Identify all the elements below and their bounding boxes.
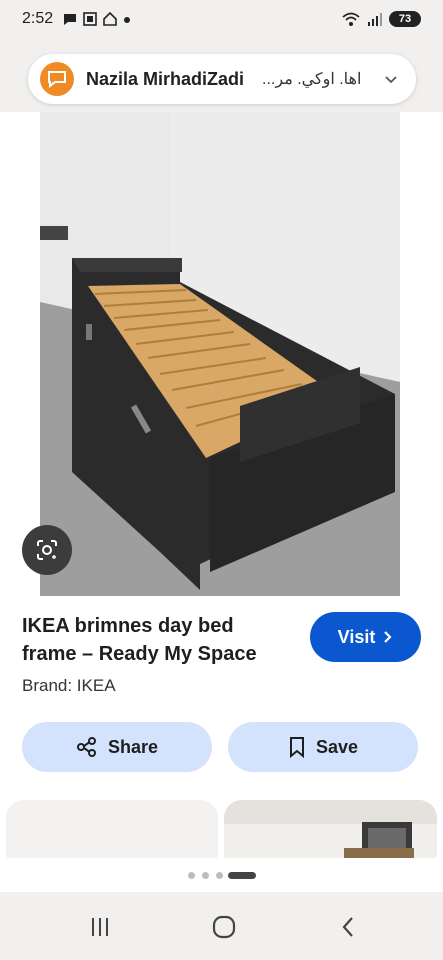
- related-card[interactable]: [6, 800, 218, 858]
- related-thumbnail: [224, 800, 437, 858]
- lens-icon: [37, 540, 57, 560]
- wifi-6e-icon: [342, 12, 360, 26]
- signal-icon: [368, 13, 382, 26]
- messages-app-icon: [40, 62, 74, 96]
- google-lens-button[interactable]: [22, 525, 72, 575]
- notification-sender: Nazila MirhadiZadi: [86, 68, 245, 89]
- back-button[interactable]: [328, 910, 368, 944]
- daybed-photo: [0, 112, 443, 596]
- chevron-down-icon[interactable]: [382, 70, 400, 88]
- recents-button[interactable]: [80, 910, 120, 944]
- message-notification[interactable]: Nazila MirhadiZadi اها. اوكي. مر...: [28, 54, 416, 104]
- home-button[interactable]: [204, 910, 244, 944]
- share-label: Share: [107, 736, 159, 757]
- screenshot-icon: [83, 12, 97, 26]
- dot-icon: [124, 17, 130, 23]
- home-icon: [212, 915, 236, 939]
- status-bar: 2:52 73: [0, 0, 443, 40]
- page-dot: [188, 872, 195, 879]
- product-details: IKEA brimnes day bed frame – Ready My Sp…: [0, 596, 443, 800]
- related-results: [0, 800, 443, 858]
- save-label: Save: [315, 736, 359, 757]
- chat-bubble-icon: [64, 14, 76, 25]
- product-title[interactable]: IKEA brimnes day bed frame – Ready My Sp…: [22, 612, 292, 668]
- page-indicator: [0, 858, 443, 892]
- visit-label: Visit: [337, 626, 376, 647]
- notification-message: اها. اوكي. مر...: [262, 71, 362, 88]
- notification-area: Nazila MirhadiZadi اها. اوكي. مر...: [0, 40, 443, 114]
- page-dot-active: [228, 872, 256, 879]
- battery-icon: 73: [389, 11, 421, 27]
- status-icons-right: 73: [341, 11, 421, 27]
- system-nav-bar: [0, 892, 443, 960]
- visit-button[interactable]: Visit: [310, 612, 421, 662]
- share-icon: [76, 737, 96, 757]
- brand-label: Brand: IKEA: [22, 676, 116, 695]
- page-dot: [216, 872, 223, 879]
- share-button[interactable]: Share: [22, 722, 212, 772]
- status-icons-left: [62, 11, 132, 27]
- back-icon: [342, 917, 353, 937]
- related-card[interactable]: [224, 800, 437, 858]
- save-button[interactable]: Save: [228, 722, 418, 772]
- page-dot: [202, 872, 209, 879]
- bookmark-icon: [289, 737, 304, 758]
- chevron-right-icon: [384, 631, 392, 643]
- product-image[interactable]: [0, 112, 443, 596]
- status-time: 2:52: [22, 10, 54, 27]
- recents-icon: [92, 918, 108, 936]
- home-badge-icon: [103, 11, 117, 26]
